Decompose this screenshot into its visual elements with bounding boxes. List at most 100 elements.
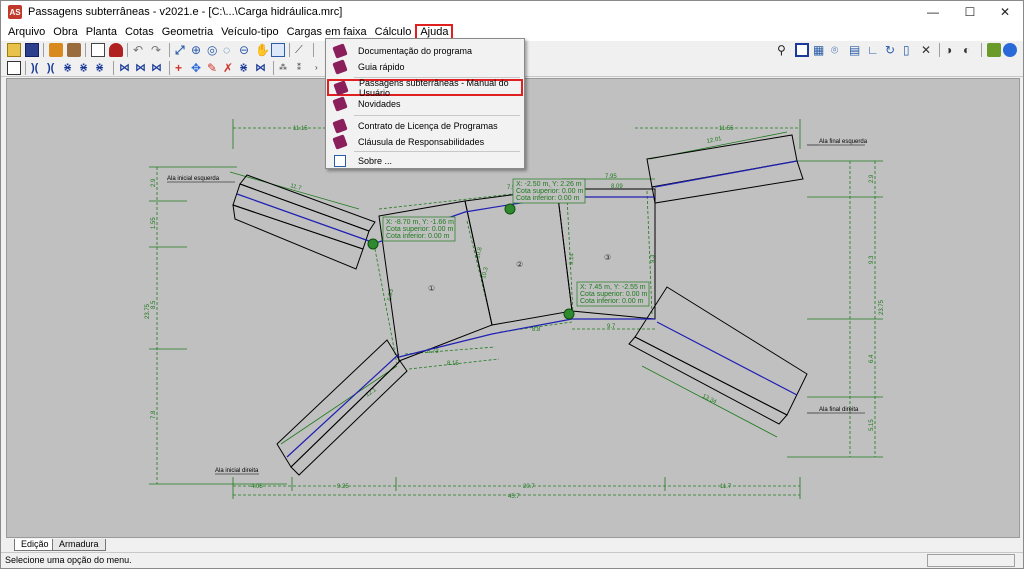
maximize-button[interactable]: ☐: [952, 1, 988, 23]
point-info-line: X: 7.45 m, Y: -2.55 m: [580, 284, 646, 291]
dim-label: 9.7: [607, 324, 616, 330]
box-cells[interactable]: [372, 188, 656, 362]
delete-point-icon[interactable]: ✗: [223, 61, 237, 75]
export-icon[interactable]: [987, 43, 1001, 57]
pan-hand-icon[interactable]: ✋: [255, 43, 270, 57]
menu-item-contrato-licenca[interactable]: Contrato de Licença de Programas: [326, 117, 524, 134]
toolbar-separator: [169, 43, 170, 57]
zoom-window-icon[interactable]: ⊕: [191, 43, 205, 57]
wing-bottom-right[interactable]: [628, 286, 808, 425]
wing-top-left[interactable]: [232, 174, 376, 270]
save-icon[interactable]: [25, 43, 39, 57]
menu-item-label: Documentação do programa: [358, 45, 473, 56]
dim-label: 9.3: [869, 255, 875, 264]
book-icon: [332, 95, 348, 112]
toolbar-separator: [43, 43, 44, 57]
menu-item-guia-rapido[interactable]: Guia rápido: [326, 58, 524, 75]
help-globe-icon[interactable]: [1003, 43, 1017, 57]
menu-item-documentacao[interactable]: Documentação do programa: [326, 42, 524, 59]
page-icon[interactable]: ▯: [903, 43, 917, 57]
wing-tool-icon[interactable]: ⋇: [63, 61, 77, 75]
toolbar-separator: [169, 61, 170, 75]
section-tool-icon[interactable]: ⋈: [135, 61, 149, 75]
zoom-all-icon[interactable]: ◎: [207, 43, 221, 57]
grid-view-icon[interactable]: ▦: [813, 43, 827, 57]
render-icon[interactable]: ◑: [945, 43, 959, 57]
toolbar-separator: [85, 43, 86, 57]
dimension-icon[interactable]: ⁑: [297, 61, 311, 75]
cell-number-label: ②: [516, 260, 523, 269]
dim-label: 12.01: [706, 136, 723, 145]
point-info-line: Cota inferior: 0.00 m: [386, 233, 450, 240]
tools-icon[interactable]: ✕: [921, 43, 935, 57]
about-icon: [334, 154, 346, 167]
tab-edicao[interactable]: Edição: [14, 539, 56, 551]
snap-icon[interactable]: ⌾: [831, 43, 845, 57]
book-icon: [332, 58, 348, 75]
menu-planta[interactable]: Planta: [82, 24, 121, 40]
dimension-icon[interactable]: ⁂: [279, 61, 293, 75]
point-info-line: Cota inferior: 0.00 m: [580, 298, 644, 305]
edit-point-icon[interactable]: ✎: [207, 61, 221, 75]
book-icon: [332, 42, 348, 59]
move-point-icon[interactable]: ✥: [191, 61, 205, 75]
tool-icon[interactable]: [67, 43, 81, 57]
zoom-out-icon[interactable]: ⊖: [239, 43, 253, 57]
table-icon[interactable]: ▤: [849, 43, 863, 57]
dim-label: 9.14: [569, 253, 575, 266]
wing-bottom-left[interactable]: [276, 339, 408, 476]
menu-item-manual-usuario[interactable]: Passagens subterrâneas - Manual do Usuár…: [327, 78, 523, 98]
minimize-button[interactable]: —: [915, 1, 951, 23]
menu-arquivo[interactable]: Arquivo: [4, 24, 49, 40]
cell-number-label: ③: [604, 253, 611, 262]
application-window: AS Passagens subterrâneas - v2021.e - [C…: [0, 0, 1024, 569]
zoom-icon[interactable]: ⤢: [175, 43, 189, 57]
tab-armadura[interactable]: Armadura: [52, 539, 106, 551]
section-tool-icon[interactable]: ⋈: [119, 61, 133, 75]
menu-item-novidades[interactable]: Novidades: [326, 95, 524, 112]
wing-top-right[interactable]: [646, 134, 804, 204]
book-icon: [332, 133, 348, 150]
box-icon[interactable]: [7, 61, 21, 75]
magnet-icon[interactable]: [109, 43, 123, 57]
menu-veiculo-tipo[interactable]: Veículo-tipo: [217, 24, 282, 40]
menu-geometria[interactable]: Geometria: [158, 24, 217, 40]
dim-label: 9.25: [337, 484, 349, 490]
layers-icon[interactable]: [795, 43, 809, 57]
measure-icon[interactable]: ⟋: [295, 43, 309, 57]
angle-icon[interactable]: ∟: [867, 43, 881, 57]
close-button[interactable]: ✕: [987, 1, 1023, 23]
menu-obra[interactable]: Obra: [49, 24, 81, 40]
dim-label: 4.05: [251, 484, 263, 490]
dim-label: 13.34: [701, 393, 718, 405]
wall-tool-icon[interactable]: )(: [47, 61, 61, 75]
dim-label: 20.7: [523, 484, 535, 490]
dim-label: 23.75: [145, 303, 151, 319]
copy-tool-icon[interactable]: ⋇: [239, 61, 253, 75]
add-point-icon[interactable]: +: [175, 61, 189, 75]
toolbar-separator: [313, 43, 314, 57]
menu-cotas[interactable]: Cotas: [121, 24, 158, 40]
undo-icon[interactable]: ↶: [133, 43, 147, 57]
point-info-line: Cota superior: 0.00 m: [580, 291, 647, 298]
redo-icon[interactable]: ↷: [151, 43, 165, 57]
dim-label: 7.95: [605, 174, 617, 180]
wing-tool-icon[interactable]: ⋇: [95, 61, 109, 75]
toolbar-separator: [939, 43, 940, 57]
menu-item-label: Novidades: [358, 98, 401, 109]
open-file-icon[interactable]: [7, 43, 21, 57]
window-icon[interactable]: [271, 43, 285, 57]
grid-icon[interactable]: [91, 43, 105, 57]
menu-item-clausula-responsabilidades[interactable]: Cláusula de Responsabilidades: [326, 133, 524, 150]
menu-item-sobre[interactable]: Sobre ...: [326, 152, 524, 169]
rotate-icon[interactable]: ↻: [885, 43, 899, 57]
wing-label-bottom-left: Ala inicial direita: [215, 468, 259, 474]
camera-icon[interactable]: ◐: [963, 43, 977, 57]
wing-tool-icon[interactable]: ⋇: [79, 61, 93, 75]
binoculars-icon[interactable]: ⚲: [777, 43, 791, 57]
section-tool-icon[interactable]: ⋈: [151, 61, 165, 75]
zoom-previous-icon[interactable]: ◌: [223, 43, 237, 57]
tool-icon[interactable]: [49, 43, 63, 57]
wall-tool-icon[interactable]: )(: [31, 61, 45, 75]
mirror-tool-icon[interactable]: ⋈: [255, 61, 269, 75]
